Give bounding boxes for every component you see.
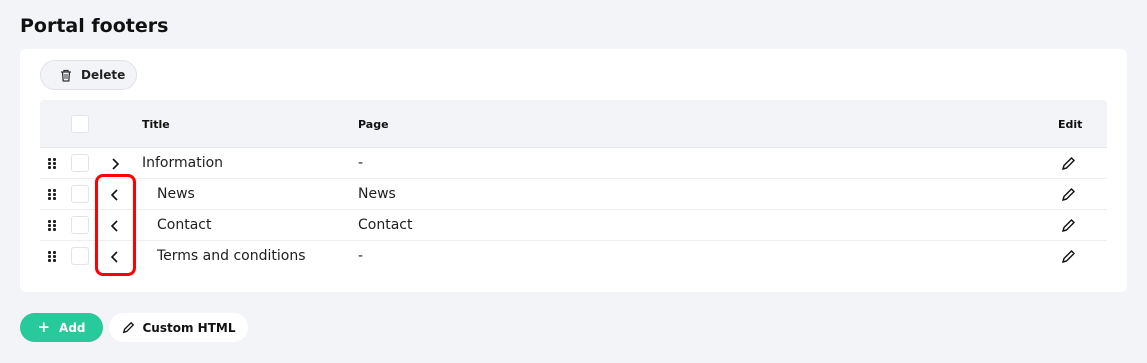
table-header: Title Page Edit <box>40 100 1107 148</box>
drag-handle-icon[interactable] <box>48 158 56 169</box>
trash-icon <box>61 69 71 82</box>
drag-handle-icon[interactable] <box>48 189 56 200</box>
custom-html-button[interactable]: Custom HTML <box>109 313 248 342</box>
table-row: Contact Contact <box>40 210 1107 241</box>
chevron-right-icon[interactable] <box>109 157 121 171</box>
add-button-label: Add <box>59 320 86 335</box>
delete-button[interactable]: Delete <box>40 60 137 90</box>
row-checkbox[interactable] <box>71 185 89 203</box>
pencil-icon[interactable] <box>1061 156 1076 171</box>
drag-handle-icon[interactable] <box>48 220 56 231</box>
row-checkbox[interactable] <box>71 216 89 234</box>
pencil-icon[interactable] <box>1061 187 1076 202</box>
column-header-title: Title <box>142 118 170 131</box>
page-title: Portal footers <box>20 15 169 37</box>
row-title: News <box>157 186 195 202</box>
row-title: Contact <box>157 217 212 233</box>
row-page: - <box>358 155 364 171</box>
row-checkbox[interactable] <box>71 247 89 265</box>
pencil-icon[interactable] <box>1061 218 1076 233</box>
row-page: Contact <box>358 217 413 233</box>
pencil-icon[interactable] <box>1061 249 1076 264</box>
add-button[interactable]: + Add <box>20 313 103 342</box>
chevron-left-icon[interactable] <box>109 250 121 264</box>
plus-icon: + <box>37 318 51 336</box>
pencil-icon <box>122 321 134 334</box>
row-checkbox[interactable] <box>71 154 89 172</box>
select-all-checkbox[interactable] <box>71 115 89 133</box>
drag-handle-icon[interactable] <box>48 251 56 262</box>
table-row: Terms and conditions - <box>40 241 1107 272</box>
row-page: News <box>358 186 396 202</box>
row-title: Information <box>142 155 224 171</box>
column-header-edit: Edit <box>1058 118 1083 131</box>
footers-table: Title Page Edit Information - News News … <box>40 100 1107 272</box>
row-title: Terms and conditions <box>157 248 306 264</box>
chevron-left-icon[interactable] <box>109 219 121 233</box>
row-page: - <box>358 248 364 264</box>
footers-card: Delete Title Page Edit Information - New… <box>20 49 1127 292</box>
delete-button-label: Delete <box>81 68 126 82</box>
custom-html-button-label: Custom HTML <box>142 320 236 335</box>
table-row: News News <box>40 179 1107 210</box>
column-header-page: Page <box>358 118 389 131</box>
chevron-left-icon[interactable] <box>109 188 121 202</box>
table-row: Information - <box>40 148 1107 179</box>
